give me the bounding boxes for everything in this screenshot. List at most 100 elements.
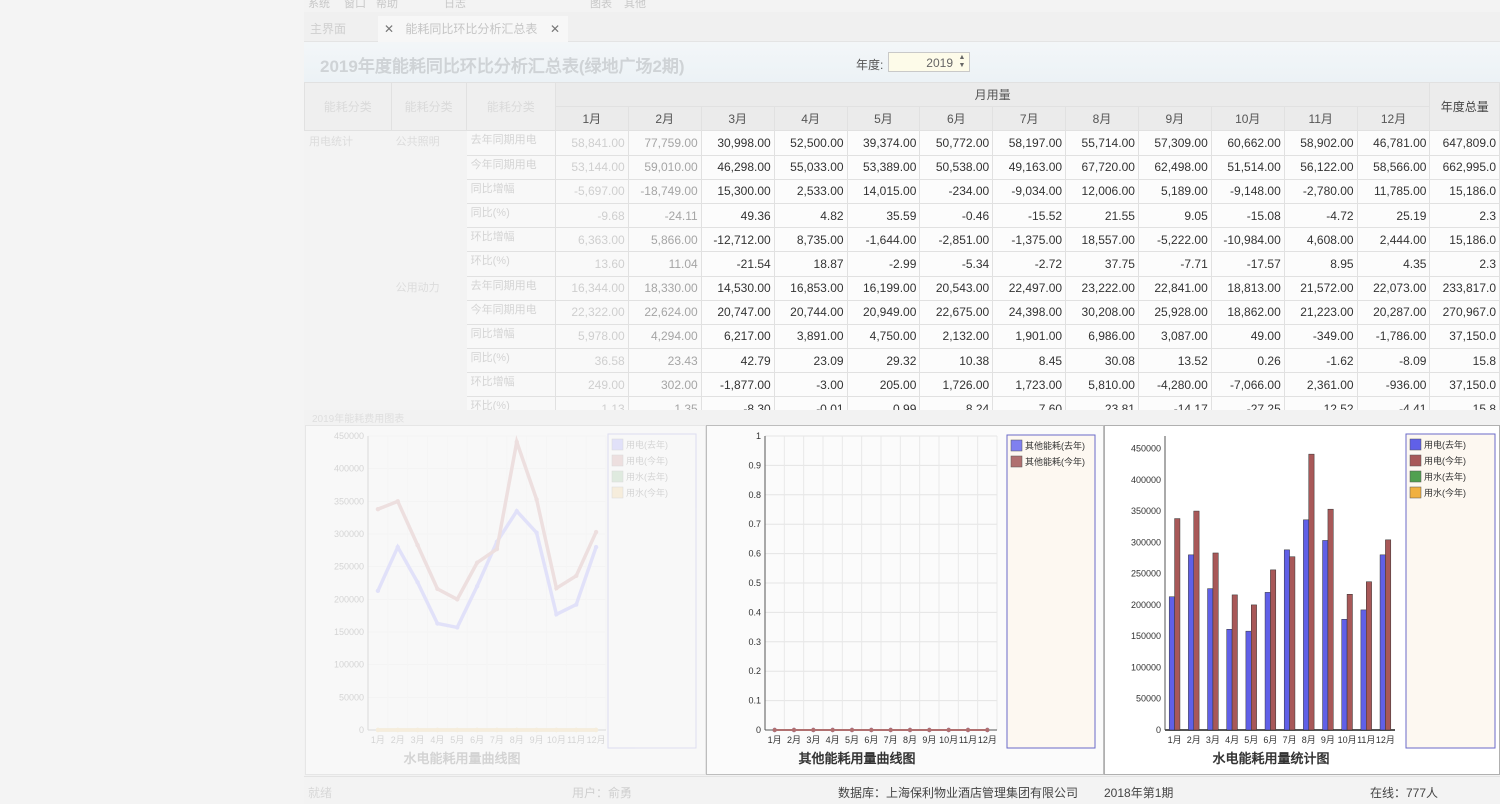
value-cell[interactable]: 39,374.00 xyxy=(846,130,921,156)
value-cell[interactable]: 55,033.00 xyxy=(773,154,848,180)
value-cell[interactable]: 67,720.00 xyxy=(1065,154,1139,180)
table-row[interactable]: 环比增幅 6,363.00 5,866.00 -12,712.00 8,735.00 -1… xyxy=(305,227,1500,253)
value-cell[interactable]: -9.68 xyxy=(554,202,629,229)
table-row[interactable]: 今年同期用电 53,144.00 59,010.00 46,298.00 55,033.… xyxy=(305,154,1500,180)
value-cell[interactable]: -4.41 xyxy=(1356,396,1431,410)
value-cell[interactable]: 20,543.00 xyxy=(919,275,994,301)
value-cell[interactable]: 8.45 xyxy=(992,348,1067,374)
value-cell[interactable]: 20,287.00 xyxy=(1356,299,1431,325)
value-cell[interactable]: 52,500.00 xyxy=(773,130,848,156)
value-cell[interactable]: 0.99 xyxy=(846,396,921,410)
tab-report[interactable]: ✕ 能耗同比环比分析汇总表 ✕ xyxy=(378,16,568,42)
table-row[interactable]: 同比(%) 36.58 23.43 42.79 23.09 29.32 10.38 8.45 3… xyxy=(305,348,1500,374)
value-cell[interactable]: 30,998.00 xyxy=(700,130,775,156)
table-row[interactable]: 同比增幅 5,978.00 4,294.00 6,217.00 3,891.00 4,75… xyxy=(305,323,1500,350)
value-cell[interactable]: 59,010.00 xyxy=(627,154,702,180)
annual-total-cell[interactable]: 270,967.0 xyxy=(1429,299,1500,325)
value-cell[interactable]: 22,841.00 xyxy=(1137,275,1212,301)
value-cell[interactable]: -234.00 xyxy=(919,178,994,204)
value-cell[interactable]: 2,533.00 xyxy=(773,178,848,204)
value-cell[interactable]: 3,891.00 xyxy=(773,323,848,350)
value-cell[interactable]: 23.81 xyxy=(1065,396,1139,410)
annual-total-cell[interactable]: 15.8 xyxy=(1429,348,1500,374)
value-cell[interactable]: 24,398.00 xyxy=(992,299,1067,325)
year-spinner[interactable]: 2019 ▲ ▼ xyxy=(888,52,970,72)
report-table-container[interactable]: 能耗分类 能耗分类 能耗分类 月用量 年度总量 1月 2月 3月 4月 5月 6月 7月 8月… xyxy=(304,82,1500,410)
value-cell[interactable]: -7.71 xyxy=(1137,251,1212,277)
value-cell[interactable]: -2,851.00 xyxy=(919,227,994,253)
tab-home[interactable]: 主界面 xyxy=(304,16,380,42)
value-cell[interactable]: 56,122.00 xyxy=(1283,154,1358,180)
value-cell[interactable]: 6,363.00 xyxy=(554,227,629,253)
value-cell[interactable]: 25,928.00 xyxy=(1137,299,1212,325)
value-cell[interactable]: 5,810.00 xyxy=(1065,372,1139,398)
value-cell[interactable]: 23.43 xyxy=(627,348,702,374)
value-cell[interactable]: 18.87 xyxy=(773,251,848,277)
value-cell[interactable]: 1,723.00 xyxy=(992,372,1067,398)
value-cell[interactable]: 49.00 xyxy=(1210,323,1285,350)
menu-item[interactable]: 系统 xyxy=(308,0,330,11)
value-cell[interactable]: -24.11 xyxy=(627,202,702,229)
value-cell[interactable]: 51,514.00 xyxy=(1210,154,1285,180)
annual-total-cell[interactable]: 233,817.0 xyxy=(1429,275,1500,301)
value-cell[interactable]: 13.60 xyxy=(554,251,629,277)
value-cell[interactable]: -4,280.00 xyxy=(1137,372,1212,398)
value-cell[interactable]: -1,877.00 xyxy=(700,372,775,398)
value-cell[interactable]: 4,294.00 xyxy=(627,323,702,350)
value-cell[interactable]: -9,034.00 xyxy=(992,178,1067,204)
value-cell[interactable]: 16,199.00 xyxy=(846,275,921,301)
table-row[interactable]: 环比(%) 13.60 11.04 -21.54 18.87 -2.99 -5.34 -2.7… xyxy=(305,251,1500,277)
value-cell[interactable]: 25.19 xyxy=(1356,202,1431,229)
value-cell[interactable]: 22,322.00 xyxy=(554,299,629,325)
value-cell[interactable]: 8,735.00 xyxy=(773,227,848,253)
value-cell[interactable]: 6,986.00 xyxy=(1065,323,1139,350)
table-row[interactable]: 今年同期用电 22,322.00 22,624.00 20,747.00 20,744.… xyxy=(305,299,1500,325)
value-cell[interactable]: -2,780.00 xyxy=(1283,178,1358,204)
value-cell[interactable]: 22,675.00 xyxy=(919,299,994,325)
value-cell[interactable]: -0.46 xyxy=(919,202,994,229)
close-icon[interactable]: ✕ xyxy=(384,22,394,36)
table-row[interactable]: 用电统计 公共照明 去年同期用电 58,841.00 77,759.00 30,998.0… xyxy=(304,130,1500,410)
value-cell[interactable]: 29.32 xyxy=(846,348,921,374)
value-cell[interactable]: 10.38 xyxy=(919,348,994,374)
value-cell[interactable]: 60,662.00 xyxy=(1210,130,1285,156)
value-cell[interactable]: 22,497.00 xyxy=(992,275,1067,301)
annual-total-cell[interactable]: 662,995.0 xyxy=(1429,154,1500,180)
menu-item[interactable]: 帮助 xyxy=(376,0,398,11)
value-cell[interactable]: 0.26 xyxy=(1210,348,1285,374)
value-cell[interactable]: -8.09 xyxy=(1356,348,1431,374)
value-cell[interactable]: 22,624.00 xyxy=(627,299,702,325)
value-cell[interactable]: 50,772.00 xyxy=(919,130,994,156)
value-cell[interactable]: -10,984.00 xyxy=(1210,227,1285,253)
value-cell[interactable]: 8.24 xyxy=(919,396,994,410)
value-cell[interactable]: 1,726.00 xyxy=(919,372,994,398)
value-cell[interactable]: -5.34 xyxy=(919,251,994,277)
value-cell[interactable]: 11.04 xyxy=(627,251,702,277)
value-cell[interactable]: 53,144.00 xyxy=(554,154,629,180)
value-cell[interactable]: -349.00 xyxy=(1283,323,1358,350)
value-cell[interactable]: 2,132.00 xyxy=(919,323,994,350)
value-cell[interactable]: -0.01 xyxy=(773,396,848,410)
value-cell[interactable]: 23,222.00 xyxy=(1065,275,1139,301)
table-row[interactable]: 环比增幅 249.00 302.00 -1,877.00 -3.00 205.00 1,72… xyxy=(305,372,1500,398)
menu-item[interactable]: 其他 xyxy=(624,0,646,11)
table-row[interactable]: 公用动力 去年同期用电 16,344.00 18,330.00 14,530.00 16,… xyxy=(305,275,1500,410)
value-cell[interactable]: -1,786.00 xyxy=(1356,323,1431,350)
value-cell[interactable]: 16,344.00 xyxy=(554,275,629,301)
value-cell[interactable]: -2.99 xyxy=(846,251,921,277)
value-cell[interactable]: -17.57 xyxy=(1210,251,1285,277)
value-cell[interactable]: 46,781.00 xyxy=(1356,130,1431,156)
value-cell[interactable]: -1,375.00 xyxy=(992,227,1067,253)
annual-total-cell[interactable]: 15,186.0 xyxy=(1429,178,1500,204)
value-cell[interactable]: 1.35 xyxy=(627,396,702,410)
value-cell[interactable]: 15,300.00 xyxy=(700,178,775,204)
annual-total-cell[interactable]: 37,150.0 xyxy=(1429,372,1500,398)
annual-total-cell[interactable]: 15,186.0 xyxy=(1429,227,1500,253)
value-cell[interactable]: 21.55 xyxy=(1065,202,1139,229)
value-cell[interactable]: -14.17 xyxy=(1137,396,1212,410)
value-cell[interactable]: 46,298.00 xyxy=(700,154,775,180)
value-cell[interactable]: 50,538.00 xyxy=(919,154,994,180)
value-cell[interactable]: -1.62 xyxy=(1283,348,1358,374)
value-cell[interactable]: 30,208.00 xyxy=(1065,299,1139,325)
value-cell[interactable]: -2.72 xyxy=(992,251,1067,277)
